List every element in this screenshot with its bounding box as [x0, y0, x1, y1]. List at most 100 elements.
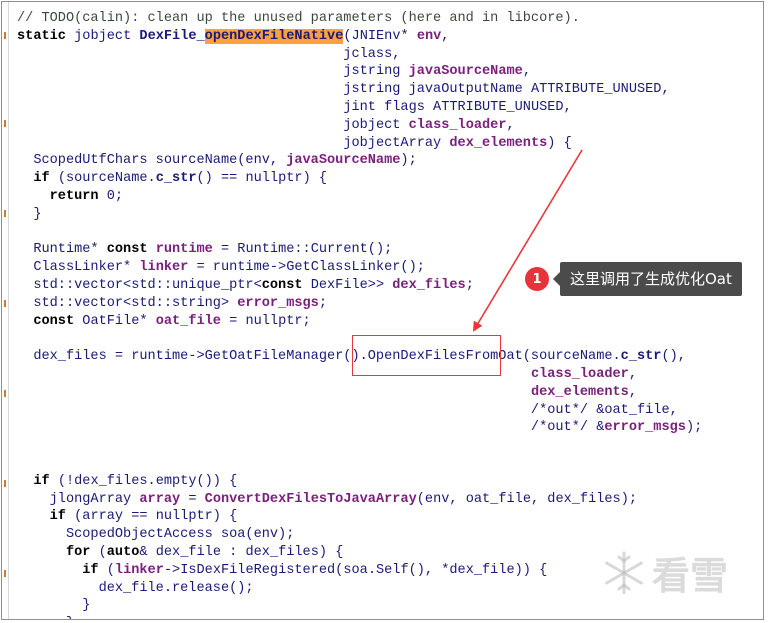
- code-token: return: [49, 188, 99, 204]
- callout: 1 这里调用了生成优化Oat: [525, 262, 742, 296]
- code-token: for: [65, 544, 91, 560]
- code-token: error_msgs: [237, 295, 319, 311]
- code-line: static jobject DexFile_openDexFileNative…: [17, 28, 702, 46]
- gutter-marker: [4, 32, 6, 39]
- code-line: /*out*/ &error_msgs);: [17, 419, 702, 437]
- gutter-marker: [4, 390, 6, 397]
- watermark: 看雪: [600, 545, 728, 600]
- code-token: ScopedUtfChars sourceName(env,: [17, 153, 287, 169]
- code-token: std::vector<std::unique_ptr<: [17, 277, 262, 293]
- code-token: = runtime->GetClassLinker();: [188, 260, 425, 276]
- code-token: class_loader: [530, 366, 629, 382]
- gutter-marker: [4, 480, 6, 487]
- code-line: jobject class_loader,: [17, 117, 702, 135]
- code-token: dex_files = runtime->GetOatFileManager()…: [17, 349, 621, 365]
- code-line: /*out*/ &oat_file,: [17, 402, 702, 420]
- code-token: }: [17, 206, 42, 222]
- code-line: jlongArray array = ConvertDexFilesToJava…: [17, 491, 702, 509]
- code-token: linker: [139, 260, 189, 276]
- gutter-marker: [4, 210, 6, 217]
- code-token: () == nullptr) {: [196, 171, 328, 187]
- code-token: dex_file.release();: [17, 580, 254, 596]
- code-token: if: [49, 509, 66, 525]
- callout-number-badge: 1: [525, 267, 549, 291]
- code-token: & dex_file : dex_files) {: [139, 544, 344, 560]
- code-token: (),: [661, 349, 686, 365]
- code-token: ;: [318, 295, 328, 311]
- code-token: JNIEnv: [351, 28, 401, 44]
- code-token: javaOutputName ATTRIBUTE_UNUSED,: [400, 82, 670, 98]
- code-token: = Runtime::Current();: [212, 242, 393, 258]
- code-token: javaSourceName: [286, 153, 401, 169]
- code-token: jobject: [74, 28, 132, 44]
- code-token: Runtime*: [17, 242, 107, 258]
- code-token: );: [400, 153, 417, 169]
- code-token: }: [17, 616, 74, 619]
- gutter-marker: [4, 300, 6, 307]
- code-line: jobjectArray dex_elements) {: [17, 135, 702, 153]
- code-line: jstring javaOutputName ATTRIBUTE_UNUSED,: [17, 81, 702, 99]
- watermark-text: 看雪: [652, 554, 729, 598]
- code-token: DexFile_: [139, 28, 205, 44]
- code-line: jint flags ATTRIBUTE_UNUSED,: [17, 99, 702, 117]
- code-token: }: [17, 598, 91, 614]
- code-token: ,: [522, 64, 531, 80]
- code-line: jclass,: [17, 46, 702, 64]
- callout-label: 这里调用了生成优化Oat: [560, 262, 742, 296]
- code-line: if (sourceName.c_str() == nullptr) {: [17, 170, 702, 188]
- code-line: jstring javaSourceName,: [17, 63, 702, 81]
- code-token: // TODO(calin): clean up the unused para…: [17, 11, 580, 26]
- code-token: error_msgs: [604, 420, 686, 436]
- code-token: (!dex_files.empty()) {: [49, 473, 238, 489]
- code-token: );: [685, 420, 703, 436]
- code-token: ) {: [547, 135, 572, 151]
- gutter-marker: [4, 120, 6, 127]
- code-token: ConvertDexFilesToJavaArray: [204, 491, 417, 507]
- callout-pointer: [553, 272, 560, 286]
- code-token: dex_files: [392, 277, 466, 293]
- code-line: std::vector<std::string> error_msgs;: [17, 295, 702, 313]
- code-token: DexFile>>: [302, 277, 393, 293]
- code-token: javaSourceName: [408, 64, 523, 80]
- code-token: (env, oat_file, dex_files);: [416, 491, 638, 507]
- code-line: Runtime* const runtime = Runtime::Curren…: [17, 241, 702, 259]
- code-token: static: [17, 28, 66, 44]
- code-line: const OatFile* oat_file = nullptr;: [17, 313, 702, 331]
- code-token: jclass,: [17, 46, 401, 62]
- gutter-marker: [4, 570, 6, 577]
- snowflake-icon: [605, 551, 643, 594]
- code-token: runtime: [155, 242, 213, 258]
- code-token: linker: [114, 562, 164, 578]
- code-token: ;: [465, 277, 474, 293]
- code-token: oat_file: [155, 313, 221, 329]
- code-token: jstring: [343, 82, 401, 98]
- highlighted-function-name: openDexFileNative: [204, 28, 344, 44]
- code-token: ->IsDexFileRegistered(soa.Self(), *dex_f…: [163, 562, 548, 578]
- code-token: OatFile*: [74, 313, 156, 329]
- code-token: if: [33, 473, 50, 489]
- code-token: jint: [343, 99, 376, 115]
- code-token: 0;: [98, 188, 124, 204]
- code-token: ScopedObjectAccess soa(env);: [17, 527, 295, 543]
- code-token: const: [106, 242, 148, 258]
- code-token: ClassLinker*: [17, 260, 140, 276]
- code-line: if (array == nullptr) {: [17, 508, 702, 526]
- code-line: dex_elements,: [17, 384, 702, 402]
- code-token: auto: [106, 544, 140, 560]
